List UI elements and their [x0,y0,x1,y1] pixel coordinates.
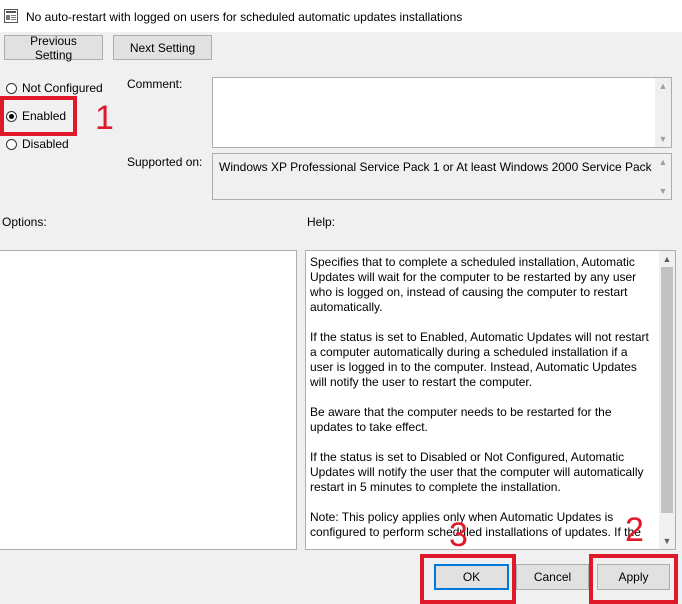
help-pane: Specifies that to complete a scheduled i… [305,250,676,550]
help-label: Help: [307,215,336,229]
cancel-button[interactable]: Cancel [516,564,589,590]
scroll-down-icon[interactable]: ▼ [655,183,671,199]
radio-disabled-circle[interactable] [6,138,17,150]
scroll-down-icon[interactable]: ▼ [659,533,675,549]
options-label: Options: [2,215,47,229]
radio-disabled-label: Disabled [22,137,69,151]
annotation-number-2: 2 [625,511,644,549]
help-paragraph: Be aware that the computer needs to be r… [310,405,612,434]
previous-setting-button[interactable]: Previous Setting [4,34,103,62]
radio-disabled[interactable]: Disabled [6,137,69,151]
scroll-up-icon[interactable]: ▲ [655,154,671,170]
title-bar: No auto-restart with logged on users for… [0,0,682,32]
window-title: No auto-restart with logged on users for… [26,10,463,24]
help-scrollbar[interactable]: ▲ ▼ [659,251,675,549]
supported-on-field: Windows XP Professional Service Pack 1 o… [212,153,672,200]
comment-label: Comment: [127,77,183,91]
supported-on-label: Supported on: [127,155,203,169]
annotation-number-1: 1 [95,99,114,137]
scroll-up-icon[interactable]: ▲ [659,251,675,267]
radio-not-configured-label: Not Configured [22,81,103,95]
annotation-box-apply [589,554,678,604]
help-paragraph: If the status is set to Disabled or Not … [310,450,644,494]
annotation-box-enabled [0,96,77,136]
radio-not-configured[interactable]: Not Configured [6,81,103,95]
help-paragraph: If the status is set to Enabled, Automat… [310,330,649,389]
help-paragraph: Note: This policy applies only when Auto… [310,510,641,539]
scroll-down-icon[interactable]: ▼ [655,131,671,147]
help-text: Specifies that to complete a scheduled i… [310,255,653,549]
comment-scrollbar[interactable]: ▲ ▼ [655,78,671,147]
policy-setting-icon [4,9,18,23]
annotation-number-3: 3 [449,516,468,554]
radio-not-configured-circle[interactable] [6,82,17,94]
supported-scrollbar[interactable]: ▲ ▼ [655,154,671,199]
comment-field[interactable]: ▲ ▼ [212,77,672,148]
scroll-up-icon[interactable]: ▲ [655,78,671,94]
next-setting-button[interactable]: Next Setting [113,35,212,60]
help-scroll-thumb[interactable] [661,267,673,513]
annotation-box-ok [420,554,516,604]
supported-on-value: Windows XP Professional Service Pack 1 o… [219,160,662,174]
options-pane [0,250,297,550]
help-paragraph: Specifies that to complete a scheduled i… [310,255,637,314]
